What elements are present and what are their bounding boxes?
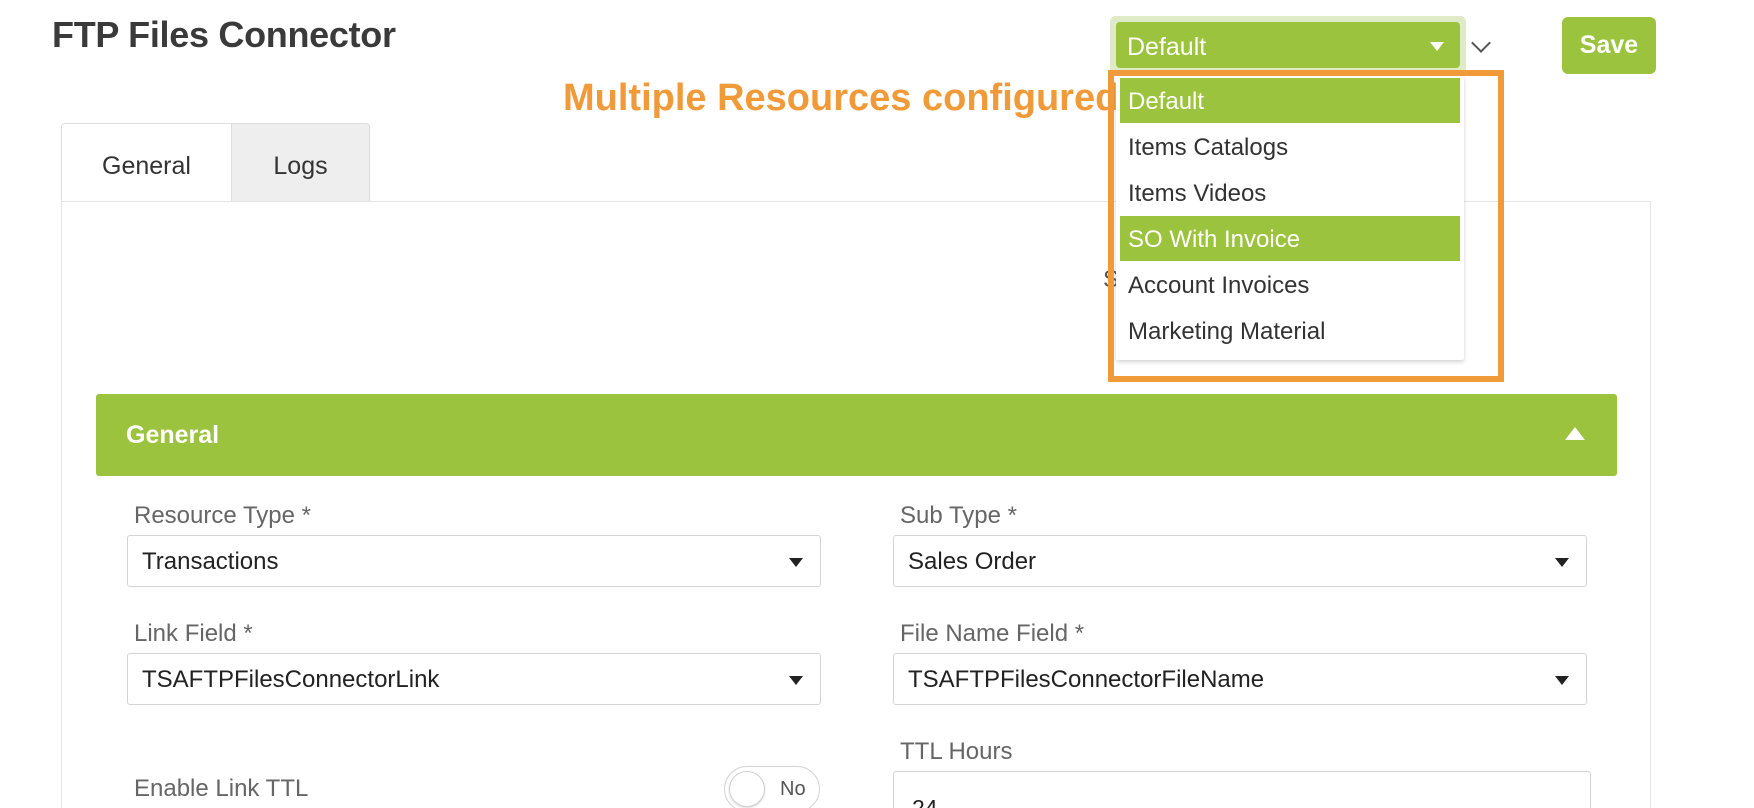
link-field-select[interactable]: TSAFTPFilesConnectorLink bbox=[127, 653, 821, 705]
caret-down-icon bbox=[789, 558, 803, 567]
ttl-hours-label: TTL Hours bbox=[900, 738, 1013, 765]
resource-select-focus-ring: Default bbox=[1110, 16, 1466, 74]
page-title: FTP Files Connector bbox=[52, 14, 396, 55]
enable-link-ttl-toggle[interactable]: No bbox=[724, 766, 820, 808]
tab-logs[interactable]: Logs bbox=[232, 123, 370, 203]
file-name-field-select[interactable]: TSAFTPFilesConnectorFileName bbox=[893, 653, 1587, 705]
tab-general[interactable]: General bbox=[61, 123, 232, 203]
dropdown-item-account-invoices[interactable]: Account Invoices bbox=[1120, 262, 1460, 307]
general-section-header[interactable]: General bbox=[96, 394, 1617, 476]
chevron-down-icon[interactable] bbox=[1471, 33, 1491, 53]
caret-down-icon bbox=[1430, 42, 1444, 51]
toggle-state-label: No bbox=[780, 778, 806, 800]
dropdown-item-so-with-invoice[interactable]: SO With Invoice bbox=[1120, 216, 1460, 261]
file-name-field-value: TSAFTPFilesConnectorFileName bbox=[908, 666, 1265, 693]
resource-select-value: Default bbox=[1127, 33, 1207, 61]
ttl-hours-input[interactable] bbox=[893, 771, 1591, 808]
caret-down-icon bbox=[1555, 558, 1569, 567]
sub-type-select[interactable]: Sales Order bbox=[893, 535, 1587, 587]
caret-down-icon bbox=[1555, 676, 1569, 685]
resource-dropdown-menu: Default Items Catalogs Items Videos SO W… bbox=[1116, 76, 1464, 360]
caret-down-icon bbox=[789, 676, 803, 685]
sub-type-value: Sales Order bbox=[908, 548, 1037, 575]
link-field-value: TSAFTPFilesConnectorLink bbox=[142, 666, 440, 693]
dropdown-item-items-catalogs[interactable]: Items Catalogs bbox=[1120, 124, 1460, 169]
sub-type-label: Sub Type * bbox=[900, 502, 1017, 529]
link-field-label: Link Field * bbox=[134, 620, 253, 647]
enable-link-ttl-label: Enable Link TTL bbox=[134, 775, 309, 802]
save-button[interactable]: Save bbox=[1562, 17, 1656, 74]
resource-select[interactable]: Default bbox=[1116, 22, 1460, 68]
dropdown-item-marketing-material[interactable]: Marketing Material bbox=[1120, 308, 1460, 353]
dropdown-item-items-videos[interactable]: Items Videos bbox=[1120, 170, 1460, 215]
collapse-up-icon[interactable] bbox=[1565, 427, 1585, 440]
resource-type-select[interactable]: Transactions bbox=[127, 535, 821, 587]
annotation-text: Multiple Resources configured bbox=[563, 77, 1119, 119]
resource-type-label: Resource Type * bbox=[134, 502, 311, 529]
dropdown-item-default[interactable]: Default bbox=[1120, 78, 1460, 123]
file-name-field-label: File Name Field * bbox=[900, 620, 1085, 647]
section-title: General bbox=[126, 421, 220, 449]
resource-type-value: Transactions bbox=[142, 548, 279, 575]
toggle-knob bbox=[729, 771, 765, 807]
